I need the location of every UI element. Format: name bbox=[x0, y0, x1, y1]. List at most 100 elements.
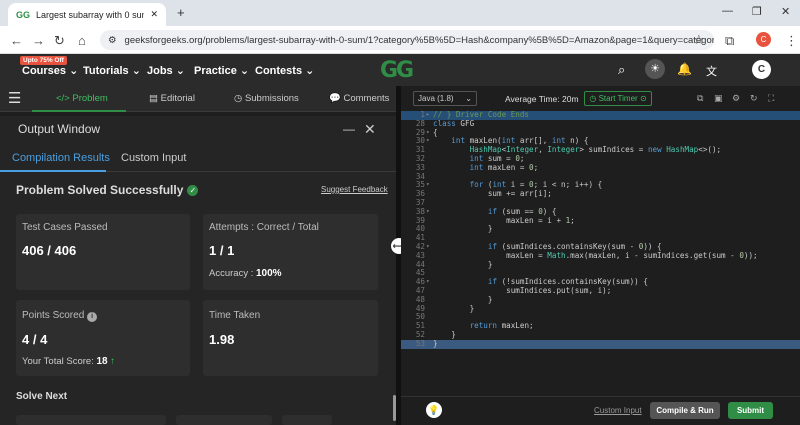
fold-icon[interactable]: ▾ bbox=[426, 278, 433, 287]
code-text: } bbox=[433, 303, 475, 313]
close-window-icon[interactable]: ✕ bbox=[781, 5, 790, 18]
check-circle-icon: ✓ bbox=[187, 184, 199, 196]
attempts-label: Attempts : Correct / Total bbox=[209, 222, 319, 233]
info-icon[interactable]: i bbox=[87, 312, 98, 322]
tab-title: Largest subarray with 0 sum | P bbox=[36, 9, 144, 20]
nav-practice[interactable]: Practice ⌄ bbox=[194, 64, 249, 77]
url-field[interactable]: ⚙ geeksforgeeks.org/problems/largest-sub… bbox=[100, 30, 714, 50]
solve-next-card[interactable] bbox=[282, 415, 332, 425]
nav-jobs[interactable]: Jobs ⌄ bbox=[147, 64, 185, 77]
arrow-up-icon: ↑ bbox=[110, 356, 115, 367]
code-line[interactable]: 51 return maxLen; bbox=[401, 321, 800, 331]
extensions-icon[interactable]: ⧉ bbox=[725, 33, 734, 49]
total-score: Your Total Score: 18 ↑ bbox=[22, 356, 115, 367]
code-line[interactable]: 33 int maxLen = 0; bbox=[401, 162, 800, 173]
timer-icon: ◷ bbox=[589, 94, 597, 103]
time-label: Time Taken bbox=[209, 310, 261, 321]
reset-icon[interactable]: ↻ bbox=[750, 93, 758, 104]
tab-submissions[interactable]: ◷ Submissions bbox=[234, 93, 299, 104]
forward-icon[interactable]: → bbox=[32, 33, 45, 48]
close-output-icon[interactable]: ✕ bbox=[364, 121, 376, 138]
code-line[interactable]: 44 } bbox=[401, 260, 800, 270]
user-avatar[interactable]: C bbox=[752, 60, 771, 79]
code-line[interactable]: 40 } bbox=[401, 225, 800, 234]
language-select[interactable]: Java (1.8) ⌄ bbox=[413, 91, 477, 106]
reload-icon[interactable]: ↻ bbox=[54, 33, 65, 49]
copy-icon[interactable]: ⧉ bbox=[697, 93, 703, 104]
fold-icon[interactable]: ▾ bbox=[426, 137, 433, 146]
average-time: Average Time: 20m bbox=[505, 94, 579, 104]
paste-icon[interactable]: ▣ bbox=[714, 93, 723, 104]
fold-icon[interactable]: ▾ bbox=[426, 243, 433, 252]
suggest-feedback-link[interactable]: Suggest Feedback bbox=[321, 185, 388, 194]
code-text: class GFG bbox=[433, 118, 475, 128]
chevron-down-icon: ⌄ bbox=[239, 65, 250, 77]
tab-custom-input[interactable]: Custom Input bbox=[121, 152, 186, 164]
new-tab-icon[interactable]: + bbox=[177, 5, 185, 20]
solve-next-card[interactable] bbox=[16, 415, 166, 425]
fold-icon[interactable]: ▾ bbox=[426, 208, 433, 217]
attempts-value: 1 / 1 bbox=[209, 243, 235, 258]
nav-courses[interactable]: Courses ⌄ bbox=[22, 64, 78, 77]
theme-toggle-icon[interactable]: ☀ bbox=[645, 59, 665, 79]
lightbulb-icon[interactable]: 💡 bbox=[426, 402, 442, 418]
code-area[interactable]: 1 ▸// } Driver Code Ends 28 class GFG 29 ▾{30… bbox=[401, 110, 800, 366]
chevron-down-icon: ⌄ bbox=[465, 94, 472, 103]
fold-icon[interactable]: ▾ bbox=[426, 181, 433, 190]
document-icon: ▤ bbox=[149, 93, 158, 104]
url-text: geeksforgeeks.org/problems/largest-subar… bbox=[124, 34, 714, 46]
site-info-icon[interactable]: ⚙ bbox=[108, 35, 117, 46]
hamburger-menu-icon[interactable]: ☰ bbox=[8, 89, 21, 107]
minimize-window-icon[interactable]: — bbox=[722, 5, 733, 17]
code-text: int maxLen = 0; bbox=[469, 162, 539, 172]
solve-next-heading: Solve Next bbox=[16, 391, 68, 402]
settings-icon[interactable]: ⚙ bbox=[732, 93, 740, 104]
chevron-down-icon: ⌄ bbox=[305, 65, 315, 77]
translate-icon[interactable]: 文 bbox=[706, 63, 717, 79]
restore-window-icon[interactable]: ❐ bbox=[752, 5, 762, 18]
time-value: 1.98 bbox=[209, 332, 235, 347]
fold-icon[interactable]: ▸ bbox=[426, 111, 433, 120]
profile-avatar[interactable]: C bbox=[756, 32, 771, 47]
back-icon[interactable]: ← bbox=[10, 33, 23, 48]
clock-icon: ◷ bbox=[234, 93, 243, 104]
tab-compilation-underline bbox=[0, 170, 106, 172]
custom-input-link[interactable]: Custom Input bbox=[594, 406, 642, 415]
code-line[interactable]: 52 } bbox=[401, 330, 800, 340]
tab-editorial[interactable]: ▤ Editorial bbox=[149, 93, 195, 104]
browser-tab[interactable]: GG Largest subarray with 0 sum | P ✕ bbox=[8, 3, 166, 26]
gfg-favicon-icon: GG bbox=[16, 9, 31, 20]
tab-compilation-results[interactable]: Compilation Results bbox=[12, 152, 110, 164]
fold-icon[interactable]: ▾ bbox=[426, 129, 433, 138]
code-line[interactable]: 28 class GFG bbox=[401, 118, 800, 129]
home-icon[interactable]: ⌂ bbox=[78, 33, 86, 48]
tab-problem-underline bbox=[32, 110, 126, 112]
compile-run-button[interactable]: Compile & Run bbox=[650, 402, 720, 419]
submit-button[interactable]: Submit bbox=[728, 402, 773, 419]
gfg-logo[interactable]: GG bbox=[380, 58, 414, 83]
solve-next-card[interactable] bbox=[176, 415, 272, 425]
browser-menu-icon[interactable]: ⋮ bbox=[785, 33, 798, 49]
notification-bell-icon[interactable]: 🔔 bbox=[677, 62, 692, 76]
search-icon[interactable]: ⌕ bbox=[618, 62, 625, 78]
chevron-down-icon: ⌄ bbox=[69, 65, 79, 77]
tab-comments[interactable]: 💬 Comments bbox=[329, 93, 389, 104]
bookmark-star-icon[interactable]: ☆ bbox=[693, 32, 705, 48]
chevron-down-icon: ⌄ bbox=[175, 65, 185, 77]
output-window-title: Output Window bbox=[18, 122, 101, 136]
tab-problem[interactable]: </> Problem bbox=[56, 93, 108, 104]
close-tab-icon[interactable]: ✕ bbox=[150, 9, 158, 20]
code-text: } bbox=[433, 338, 438, 348]
line-number: 53 bbox=[415, 338, 425, 348]
code-line[interactable]: 49 } bbox=[401, 303, 800, 314]
code-line[interactable]: 36 sum += arr[i]; bbox=[401, 189, 800, 199]
nav-contests[interactable]: Contests ⌄ bbox=[255, 64, 314, 77]
chevron-down-icon: ⌄ bbox=[131, 65, 141, 77]
status-message: Problem Solved Successfully ✓ bbox=[16, 183, 199, 197]
code-line[interactable]: 53} bbox=[401, 338, 800, 349]
start-timer-button[interactable]: ◷ Start Timer ⊙ bbox=[584, 91, 652, 106]
code-text: } bbox=[433, 224, 493, 234]
fullscreen-icon[interactable]: ⛶ bbox=[768, 93, 774, 104]
minimize-output-icon[interactable]: — bbox=[343, 122, 355, 136]
nav-tutorials[interactable]: Tutorials ⌄ bbox=[83, 64, 141, 77]
